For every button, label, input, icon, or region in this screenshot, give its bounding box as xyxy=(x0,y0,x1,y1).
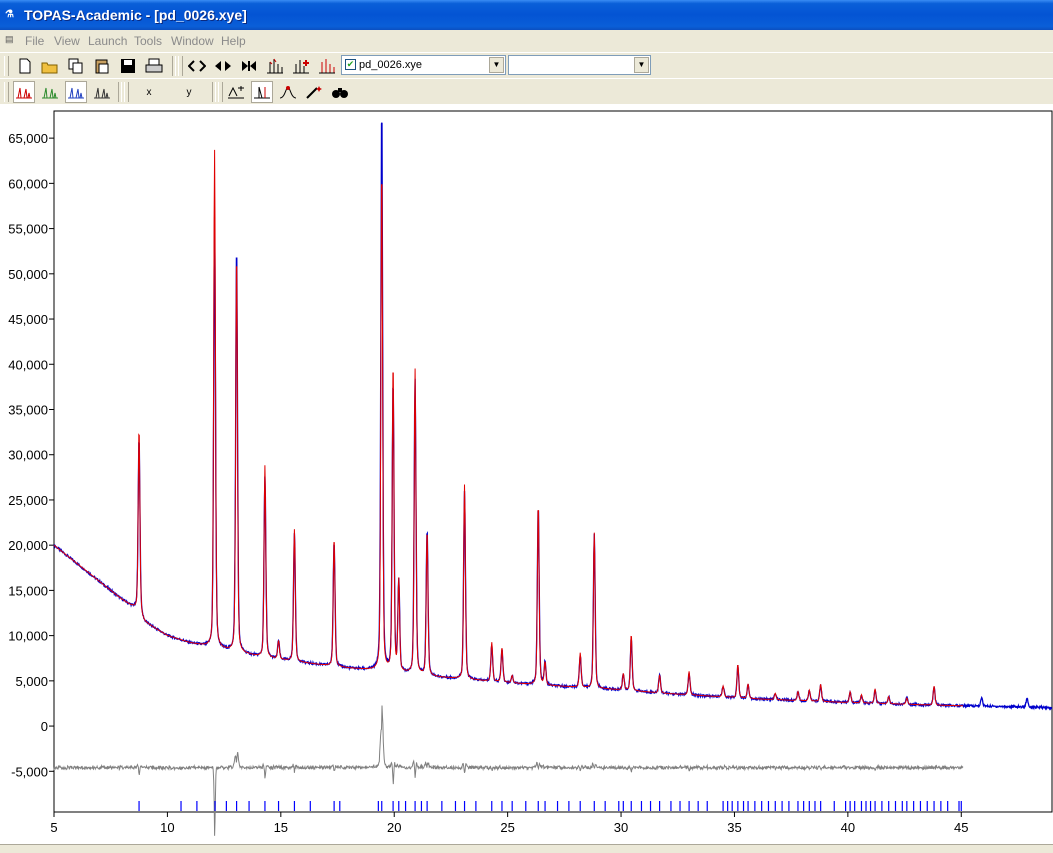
topas-app-icon[interactable]: ⚗ xyxy=(5,8,21,22)
x-tick-label: 10 xyxy=(160,820,174,835)
x-tick-label: 15 xyxy=(274,820,288,835)
title-bar[interactable]: ⚗ TOPAS-Academic - [pd_0026.xye] xyxy=(0,0,1053,30)
menu-view[interactable]: View xyxy=(54,34,80,48)
chevron-down-icon[interactable]: ▼ xyxy=(489,57,504,73)
y-tick-label: -5,000 xyxy=(11,764,48,779)
menu-launch[interactable]: Launch xyxy=(88,34,127,48)
pattern-dark-icon[interactable] xyxy=(91,81,113,103)
y-axis: -5,000 0 5,000 10,000 15,000 20,000 25,000 30,0… xyxy=(8,131,54,779)
x-tick-label: 20 xyxy=(387,820,401,835)
plot-area[interactable]: -5,000 0 5,000 10,000 15,000 20,000 25,000 30,0… xyxy=(0,104,1053,844)
x-axis: 5 10 15 20 25 30 35 40 45 xyxy=(50,812,969,835)
y-tick-label: 35,000 xyxy=(8,402,48,417)
menu-tools[interactable]: Tools xyxy=(134,34,162,48)
pattern-blue-icon[interactable] xyxy=(65,81,87,103)
x-tick-label: 5 xyxy=(50,820,57,835)
toolbar-grip[interactable] xyxy=(4,82,9,102)
pattern-red-icon[interactable] xyxy=(13,81,35,103)
file-combo[interactable]: ✔ pd_0026.xye ▼ xyxy=(341,55,506,75)
y-tick-label: 10,000 xyxy=(8,629,48,644)
peaks-red-icon[interactable] xyxy=(316,55,338,77)
menu-window[interactable]: Window xyxy=(171,34,214,48)
binoculars-icon[interactable] xyxy=(329,81,351,103)
peak-select-icon[interactable] xyxy=(251,81,273,103)
y-tick-label: 0 xyxy=(41,719,48,734)
y-tick-label: 40,000 xyxy=(8,357,48,372)
toolbar-grip[interactable] xyxy=(4,56,9,76)
second-combo[interactable]: ▼ xyxy=(508,55,651,75)
y-tick-label: 30,000 xyxy=(8,448,48,463)
menu-file[interactable]: File xyxy=(25,34,44,48)
peaks-icon[interactable] xyxy=(264,55,286,77)
print-icon[interactable] xyxy=(143,55,165,77)
wand-icon[interactable] xyxy=(303,81,325,103)
main-toolbar: ✔ pd_0026.xye ▼ ▼ xyxy=(0,52,1053,80)
y-coordinate-button[interactable]: y xyxy=(178,81,200,103)
left-right-icon[interactable] xyxy=(212,55,234,77)
plot-toolbar: x y xyxy=(0,78,1053,106)
menu-help[interactable]: Help xyxy=(221,34,246,48)
open-folder-icon[interactable] xyxy=(39,55,61,77)
pattern-green-icon[interactable] xyxy=(39,81,61,103)
toolbar-grip[interactable] xyxy=(178,56,183,76)
peak-marker-icon[interactable] xyxy=(277,81,299,103)
paste-icon[interactable] xyxy=(91,55,113,77)
menu-bar: ▤ File View Launch Tools Window Help xyxy=(0,30,1053,53)
toolbar-separator xyxy=(118,82,122,102)
file-visible-checkbox[interactable]: ✔ xyxy=(345,59,356,70)
chevron-down-icon[interactable]: ▼ xyxy=(634,57,649,73)
x-tick-label: 30 xyxy=(614,820,628,835)
y-tick-label: 5,000 xyxy=(15,674,48,689)
peaks-up-icon[interactable] xyxy=(290,55,312,77)
toolbar-grip[interactable] xyxy=(124,82,129,102)
toolbar-separator xyxy=(212,82,216,102)
window-title: TOPAS-Academic - [pd_0026.xye] xyxy=(24,7,247,23)
y-tick-label: 45,000 xyxy=(8,312,48,327)
document-menu-icon[interactable]: ▤ xyxy=(5,34,21,48)
y-tick-label: 50,000 xyxy=(8,267,48,282)
x-tick-label: 35 xyxy=(727,820,741,835)
y-tick-label: 60,000 xyxy=(8,176,48,191)
y-tick-label: 15,000 xyxy=(8,583,48,598)
file-combo-value: pd_0026.xye xyxy=(359,59,422,71)
y-tick-label: 65,000 xyxy=(8,131,48,146)
shrink-icon[interactable] xyxy=(238,55,260,77)
x-tick-label: 25 xyxy=(500,820,514,835)
x-coordinate-button[interactable]: x xyxy=(138,81,160,103)
x-tick-label: 40 xyxy=(841,820,855,835)
expand-x-icon[interactable] xyxy=(186,55,208,77)
save-icon[interactable] xyxy=(117,55,139,77)
copy-icon[interactable] xyxy=(65,55,87,77)
powder-diffraction-chart[interactable]: -5,000 0 5,000 10,000 15,000 20,000 25,000 30,0… xyxy=(0,104,1053,844)
y-tick-label: 55,000 xyxy=(8,222,48,237)
toolbar-separator xyxy=(172,56,176,76)
x-tick-label: 45 xyxy=(954,820,968,835)
toolbar-grip[interactable] xyxy=(218,82,223,102)
y-tick-label: 20,000 xyxy=(8,538,48,553)
y-tick-label: 25,000 xyxy=(8,493,48,508)
plot-frame xyxy=(53,110,1053,813)
new-file-icon[interactable] xyxy=(14,55,36,77)
scale-icon[interactable] xyxy=(225,81,247,103)
